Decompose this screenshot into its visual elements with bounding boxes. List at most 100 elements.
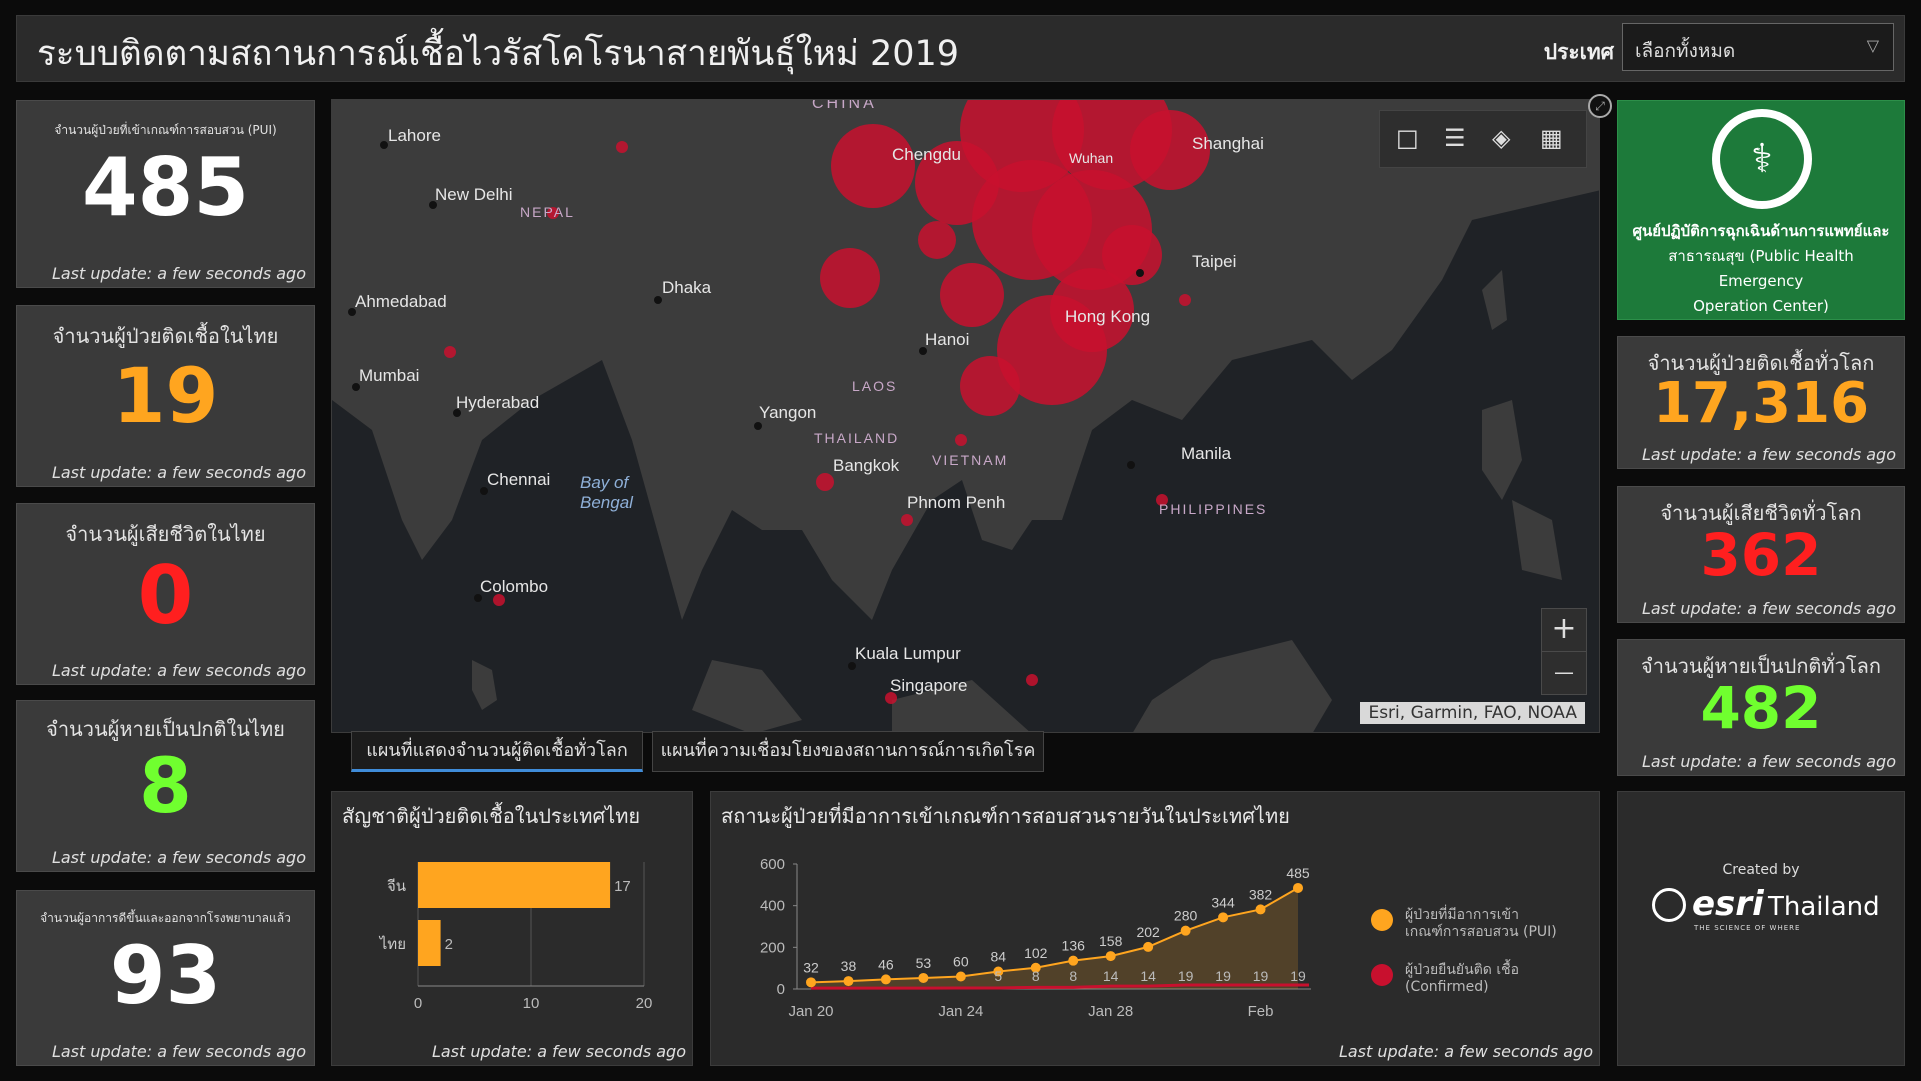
pui-point — [880, 974, 891, 985]
bookmark-icon[interactable]: □ — [1396, 124, 1419, 152]
pui-point — [1255, 904, 1266, 915]
map-canvas: CHINA Lahore New Delhi NEPAL Ahmedabad M… — [332, 100, 1599, 732]
confirmed-value-label: 14 — [1103, 968, 1119, 984]
global-recovered-value: 482 — [1700, 674, 1822, 742]
map-label: Bay of — [580, 473, 630, 492]
map-label: Mumbai — [359, 366, 419, 385]
esri-credit-panel: Created by esri Thailand THE SCIENCE OF … — [1617, 791, 1905, 1066]
global-infected-value: 17,316 — [1652, 371, 1870, 436]
daily-chart: 0 200 400 600 Jan 20 Jan 24 Jan 28 Feb 32 38 46 53 6… — [760, 856, 1311, 1020]
map-label: Singapore — [890, 676, 968, 695]
grid-icon[interactable]: ▦ — [1540, 124, 1563, 152]
map-toolbar: □ ☰ ◈ ▦ — [1379, 110, 1587, 168]
map-label: Hong Kong — [1065, 307, 1150, 326]
pui-value-label: 38 — [841, 958, 857, 974]
tab-connection-map[interactable]: แผนที่ความเชื่อมโยงของสถานการณ์การเกิดโร… — [652, 731, 1044, 772]
moph-text: ศูนย์ปฏิบัติการฉุกเฉินด้านการแพทย์และ สา… — [1624, 219, 1898, 319]
legend-confirmed-line1: ผู้ป่วยยืนยันติด เชื้อ — [1405, 962, 1520, 978]
moph-line3: Operation Center) — [1693, 297, 1829, 315]
thai-recovered-card: จำนวนผู้หายเป็นปกติในไทย 8 Last update: … — [16, 700, 315, 872]
expand-icon[interactable]: ⤢ — [1588, 94, 1612, 118]
pui-value-label: 102 — [1024, 945, 1048, 961]
list-icon[interactable]: ☰ — [1444, 124, 1466, 152]
pui-value-label: 382 — [1249, 886, 1273, 902]
pui-point — [1293, 882, 1303, 893]
daily-panel: สถานะผู้ป่วยที่มีอาการเข้าเกณฑ์การสอบสวน… — [710, 791, 1600, 1066]
pui-point — [806, 977, 816, 988]
thai-deaths-value: 0 — [137, 549, 194, 642]
global-recovered-card: จำนวนผู้หายเป็นปกติทั่วโลก 482 Last upda… — [1617, 639, 1905, 776]
global-infected-update: Last update: a few seconds ago — [1641, 445, 1896, 464]
pui-value-label: 158 — [1099, 933, 1123, 949]
pui-value-label: 485 — [1286, 865, 1310, 881]
global-deaths-value: 362 — [1700, 521, 1822, 589]
map-label: PHILIPPINES — [1159, 501, 1267, 517]
confirmed-value-label: 19 — [1215, 968, 1231, 984]
map-label: Shanghai — [1192, 134, 1264, 153]
global-recovered-update: Last update: a few seconds ago — [1641, 752, 1896, 771]
thai-deaths-update: Last update: a few seconds ago — [51, 661, 306, 680]
esri-region: Thailand — [1768, 892, 1880, 922]
esri-tagline: THE SCIENCE OF WHERE — [1694, 924, 1801, 932]
category-label: ไทย — [379, 935, 406, 953]
nationality-panel: สัญชาติผู้ป่วยติดเชื้อในประเทศไทย 0 10 20 จ… — [331, 791, 693, 1066]
x-tick-label: Feb — [1248, 1003, 1274, 1020]
map-label: Colombo — [480, 577, 548, 596]
pui-value-label: 136 — [1062, 938, 1086, 954]
y-tick-label: 200 — [760, 939, 785, 956]
global-deaths-card: จำนวนผู้เสียชีวิตทั่วโลก 362 Last update… — [1617, 486, 1905, 623]
map-label: New Delhi — [435, 185, 512, 204]
map-label: LAOS — [852, 378, 897, 394]
legend-swatch-pui — [1371, 909, 1393, 931]
pui-value-label: 202 — [1136, 924, 1160, 940]
bar-value-label: 17 — [614, 878, 631, 895]
pui-point — [843, 976, 854, 987]
pui-value-label: 53 — [916, 955, 932, 971]
map-attribution: Esri, Garmin, FAO, NOAA — [1360, 702, 1585, 724]
thai-infected-card: จำนวนผู้ป่วยติดเชื้อในไทย 19 Last update… — [16, 305, 315, 487]
discharged-card: จำนวนผู้อาการดีขึ้นและออกจากโรงพยาบาลแล้… — [16, 890, 315, 1066]
confirmed-value-label: 19 — [1253, 968, 1269, 984]
map-label: Chengdu — [892, 145, 961, 164]
map-label: Wuhan — [1069, 150, 1113, 166]
legend-pui-line2: เกณฑ์การสอบสวน (PUI) — [1405, 924, 1557, 940]
map-label: Dhaka — [662, 278, 712, 297]
x-tick-label: 10 — [523, 995, 540, 1012]
nationality-title: สัญชาติผู้ป่วยติดเชื้อในประเทศไทย — [342, 804, 641, 828]
pui-value: 485 — [82, 141, 249, 234]
discharged-update: Last update: a few seconds ago — [51, 1042, 306, 1061]
map-label: NEPAL — [520, 204, 575, 220]
zoom-in-button[interactable]: + — [1542, 609, 1586, 651]
pui-point — [1180, 925, 1191, 936]
esri-brand: esri — [1692, 884, 1764, 924]
discharged-label: จำนวนผู้อาการดีขึ้นและออกจากโรงพยาบาลแล้… — [40, 911, 291, 925]
header-bar: ระบบติดตามสถานการณ์เชื้อไวรัสโคโรนาสายพั… — [16, 15, 1905, 82]
bar-value-label: 2 — [445, 936, 453, 953]
pui-value-label: 60 — [953, 954, 969, 970]
daily-update: Last update: a few seconds ago — [1338, 1042, 1593, 1061]
thai-infected-value: 19 — [112, 351, 219, 440]
bar — [418, 862, 611, 908]
map-label: Ahmedabad — [355, 292, 447, 311]
confirmed-value-label: 19 — [1178, 968, 1194, 984]
country-select[interactable]: เลือกทั้งหมด ▽ — [1622, 23, 1894, 71]
tab-global-map[interactable]: แผนที่แสดงจำนวนผู้ติดเชื้อทั่วโลก — [351, 731, 643, 772]
y-tick-label: 400 — [760, 898, 785, 915]
layers-icon[interactable]: ◈ — [1492, 124, 1510, 152]
pui-update: Last update: a few seconds ago — [51, 264, 306, 283]
map-label: CHINA — [812, 100, 877, 112]
map-label: Bengal — [580, 493, 634, 512]
legend-pui-line1: ผู้ป่วยที่มีอาการเข้า — [1405, 907, 1519, 923]
global-deaths-update: Last update: a few seconds ago — [1641, 599, 1896, 618]
y-tick-label: 0 — [777, 981, 785, 998]
x-tick-label: 20 — [636, 995, 653, 1012]
thai-infected-label: จำนวนผู้ป่วยติดเชื้อในไทย — [52, 324, 279, 348]
zoom-out-button[interactable]: — — [1542, 651, 1586, 694]
pui-value-label: 280 — [1174, 908, 1198, 924]
thai-deaths-card: จำนวนผู้เสียชีวิตในไทย 0 Last update: a … — [16, 503, 315, 685]
y-tick-label: 600 — [760, 856, 785, 873]
map-label: Hyderabad — [456, 393, 539, 412]
world-map[interactable]: CHINA Lahore New Delhi NEPAL Ahmedabad M… — [331, 99, 1600, 733]
pui-value-label: 46 — [878, 956, 894, 972]
x-tick-label: Jan 20 — [788, 1003, 833, 1020]
